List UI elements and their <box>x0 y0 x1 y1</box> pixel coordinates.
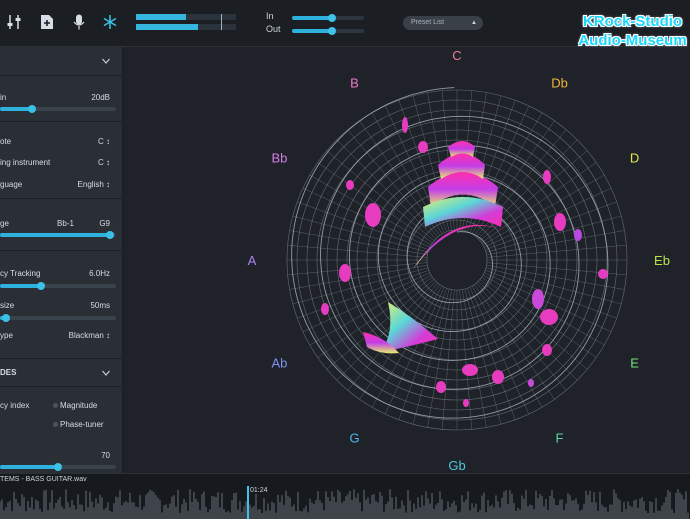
preset-list-dropdown[interactable]: Preset List ▲ <box>403 16 483 30</box>
divider <box>0 198 122 199</box>
chevron-updown-icon: ▲ <box>471 20 477 26</box>
note-label-c: C <box>452 48 461 63</box>
range-slider[interactable] <box>0 231 116 239</box>
energy-blob <box>532 289 544 309</box>
gain-label: in <box>0 93 7 102</box>
energy-blob <box>540 309 558 325</box>
note-label-bb: Bb <box>272 151 288 166</box>
magnitude-option[interactable]: Magnitude <box>60 401 120 410</box>
note-label-a: A <box>248 253 257 268</box>
in-label: In <box>266 11 274 21</box>
energy-blob <box>463 399 469 407</box>
window-type-label: ype <box>0 331 13 340</box>
grid-spoke <box>464 288 502 425</box>
gain-value: 20dB <box>91 93 110 102</box>
energy-blob <box>346 180 354 190</box>
mode-label: cy index <box>0 401 30 410</box>
energy-blob <box>574 229 582 241</box>
note-label-f: F <box>556 431 564 446</box>
window-size-value: 50ms <box>90 301 110 310</box>
divider <box>0 386 122 387</box>
grid-spoke <box>292 267 429 305</box>
chevron-down-icon[interactable] <box>102 369 110 377</box>
out-label: Out <box>266 24 281 34</box>
in-slider[interactable] <box>292 14 364 22</box>
playhead-time: 01:24 <box>250 487 268 494</box>
transposing-label: ing instrument <box>0 158 51 167</box>
energy-blob <box>402 117 408 133</box>
divider <box>0 250 122 251</box>
energy-blob <box>492 370 504 384</box>
bottom-value: 70 <box>101 451 110 460</box>
energy-blob <box>321 303 329 315</box>
spiral-grid: C Db D Eb E F Gb G Ab A Bb B <box>248 48 670 473</box>
bottom-slider[interactable] <box>0 463 116 471</box>
energy-blob <box>436 381 446 393</box>
settings-panel: in 20dB ote C ↕ ing instrument C ↕ guage… <box>0 47 123 473</box>
phase-tuner-option[interactable]: Phase-tuner <box>60 420 120 429</box>
range-low-value: Bb-1 <box>57 219 74 228</box>
magnitude-option-label: Magnitude <box>60 401 98 410</box>
freq-tracking-slider[interactable] <box>0 282 116 290</box>
energy-blob <box>418 141 428 153</box>
freq-tracking-value: 6.0Hz <box>89 269 110 278</box>
grid-spoke <box>469 287 530 415</box>
range-high-value: G9 <box>99 219 110 228</box>
chevron-down-icon[interactable] <box>102 57 110 65</box>
out-slider[interactable] <box>292 27 364 35</box>
window-size-label: size <box>0 301 15 310</box>
grid-spoke <box>326 150 435 241</box>
note-label-e: E <box>630 356 639 371</box>
watermark-line-1: KRock-Studio <box>582 13 683 30</box>
energy-blob <box>365 203 381 227</box>
magnitude-radio[interactable] <box>53 403 58 408</box>
note-label-eb: Eb <box>654 253 670 268</box>
grid-spoke <box>485 215 622 253</box>
phase-tuner-radio[interactable] <box>53 422 58 427</box>
range-label: ge <box>0 219 9 228</box>
transposing-select[interactable]: C ↕ <box>98 158 110 167</box>
spiral-grid-lines <box>286 87 628 431</box>
waveform[interactable] <box>0 474 690 519</box>
energy-blob <box>528 379 534 387</box>
language-label: guage <box>0 180 23 189</box>
note-label-b: B <box>350 75 359 90</box>
window-type-select[interactable]: Blackman ↕ <box>69 331 110 340</box>
divider <box>0 75 122 76</box>
grid-spoke <box>412 288 450 425</box>
note-label-ab: Ab <box>272 356 288 371</box>
timeline[interactable]: TEMS - BASS GUITAR.wav 01:24 <box>0 473 690 519</box>
root-note-select[interactable]: C ↕ <box>98 137 110 146</box>
root-note-label: ote <box>0 137 12 146</box>
microphone-icon[interactable] <box>69 10 89 34</box>
snowflake-icon[interactable] <box>100 10 120 34</box>
preset-list-label: Preset List <box>411 19 445 26</box>
energy-blob <box>598 269 608 279</box>
add-file-icon[interactable] <box>37 10 57 34</box>
spiral-display: C Db D Eb E F Gb G Ab A Bb B <box>123 47 690 473</box>
divider <box>0 358 122 359</box>
phase-tuner-option-label: Phase-tuner <box>60 420 104 429</box>
divider <box>0 121 122 122</box>
sliders-icon[interactable] <box>4 10 24 34</box>
energy-blob <box>339 264 351 282</box>
note-label-db: Db <box>551 75 568 90</box>
window-size-slider[interactable] <box>0 314 116 322</box>
energy-blob <box>543 170 551 184</box>
gain-slider[interactable] <box>0 105 116 113</box>
energy-blob <box>554 213 566 231</box>
watermark: KRock-Studio Audio-Museum <box>575 12 690 50</box>
modes-section-title: DES <box>0 368 17 377</box>
note-label-g: G <box>349 431 359 446</box>
meter-peak-marker <box>221 14 222 30</box>
playhead[interactable] <box>247 486 249 519</box>
freq-tracking-label: cy Tracking <box>0 269 41 278</box>
grid-spoke <box>317 162 433 243</box>
energy-blob <box>462 364 478 376</box>
energy-blob <box>542 344 552 356</box>
note-label-d: D <box>630 151 639 166</box>
note-label-gb: Gb <box>448 458 465 473</box>
language-select[interactable]: English ↕ <box>78 180 110 189</box>
grid-spoke <box>476 282 567 391</box>
